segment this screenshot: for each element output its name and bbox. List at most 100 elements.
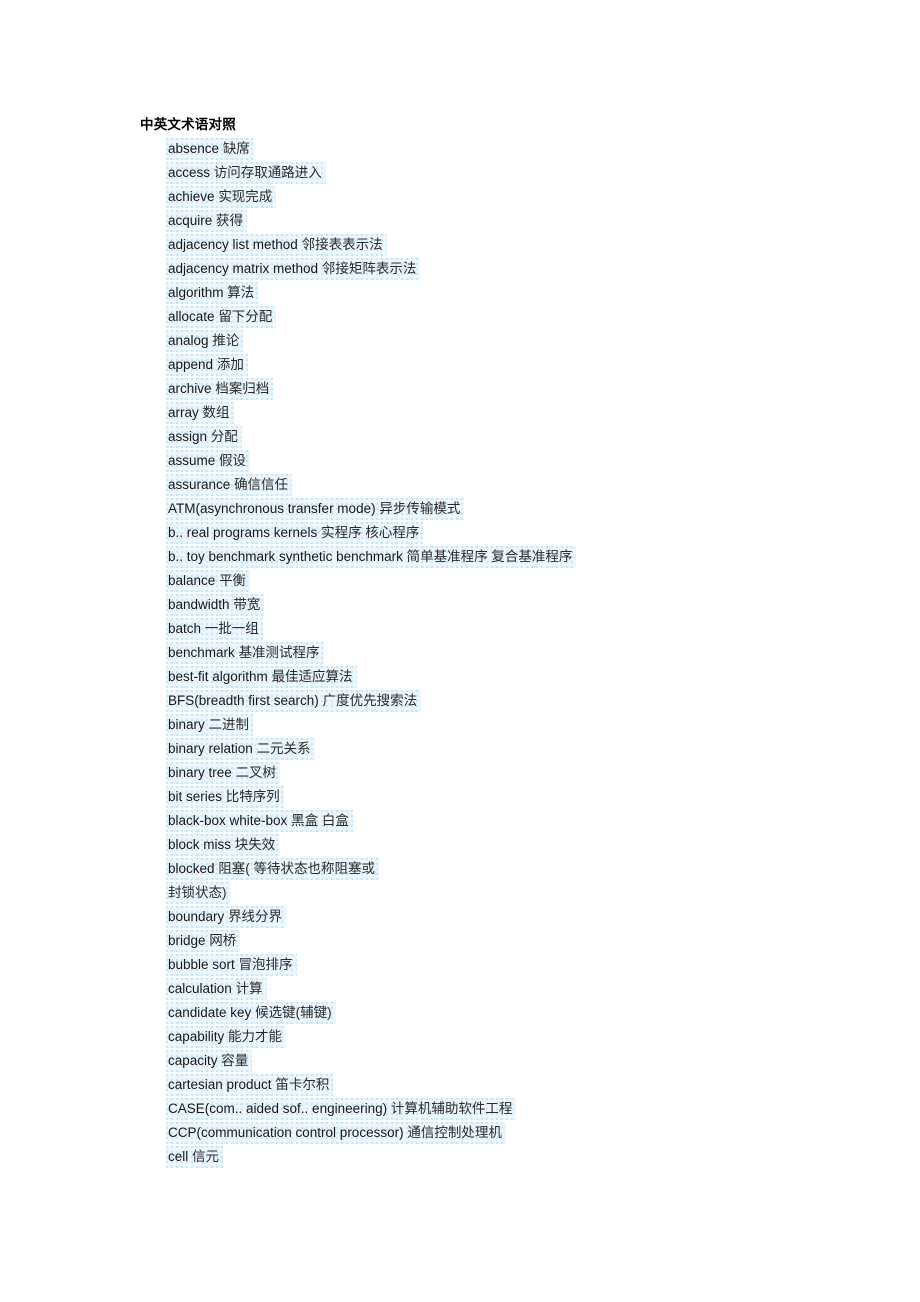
glossary-entry: b.. real programs kernels 实程序 核心程序	[140, 521, 840, 545]
glossary-term-zh: 推论	[212, 333, 240, 348]
glossary-entry: blocked 阻塞( 等待状态也称阻塞或	[140, 857, 840, 881]
glossary-term-en: bubble sort	[168, 957, 235, 972]
glossary-entry-highlight: benchmark 基准测试程序	[166, 642, 324, 664]
glossary-term-en: append	[168, 357, 214, 372]
document-body: 中英文术语对照 absence 缺席 access 访问存取通路进入 achieve…	[140, 113, 840, 1169]
glossary-entry-highlight: bubble sort 冒泡排序	[166, 954, 297, 976]
glossary-term-en: cartesian product	[168, 1077, 272, 1092]
glossary-term-en: array	[168, 405, 199, 420]
glossary-entry-highlight: calculation 计算	[166, 978, 267, 1000]
glossary-term-zh: 实程序 核心程序	[321, 525, 420, 540]
glossary-term-en: b.. toy benchmark synthetic benchmark	[168, 549, 403, 564]
glossary-entry-highlight: append 添加	[166, 354, 248, 376]
glossary-entry: access 访问存取通路进入	[140, 161, 840, 185]
glossary-entry: capacity 容量	[140, 1049, 840, 1073]
glossary-entry: absence 缺席	[140, 137, 840, 161]
glossary-term-zh: 网桥	[209, 933, 237, 948]
glossary-entry-highlight: access 访问存取通路进入	[166, 162, 326, 184]
glossary-term-en: batch	[168, 621, 202, 636]
glossary-term-en: adjacency list method	[168, 237, 298, 252]
glossary-term-en: b.. real programs kernels	[168, 525, 318, 540]
glossary-term-en: CASE(com.. aided sof.. engineering)	[168, 1101, 388, 1116]
glossary-term-en: BFS(breadth first search)	[168, 693, 319, 708]
glossary-term-zh: 留下分配	[218, 309, 273, 324]
glossary-term-zh-continued: 封锁状态)	[168, 885, 227, 900]
glossary-entry: balance 平衡	[140, 569, 840, 593]
glossary-term-zh: 界线分界	[228, 909, 283, 924]
glossary-entry: binary 二进制	[140, 713, 840, 737]
glossary-entry-highlight: CCP(communication control processor) 通信控…	[166, 1122, 506, 1144]
glossary-term-zh: 能力才能	[228, 1029, 283, 1044]
glossary-term-zh: 二进制	[208, 717, 250, 732]
glossary-term-en: assurance	[168, 477, 231, 492]
glossary-term-en: absence	[168, 141, 220, 156]
glossary-term-en: allocate	[168, 309, 215, 324]
glossary-term-zh: 添加	[216, 357, 244, 372]
glossary-entry-highlight: archive 档案归档	[166, 378, 273, 400]
glossary-entry: algorithm 算法	[140, 281, 840, 305]
glossary-entry-highlight: assign 分配	[166, 426, 242, 448]
glossary-term-en: binary relation	[168, 741, 253, 756]
glossary-entry: adjacency list method 邻接表表示法	[140, 233, 840, 257]
glossary-entry-highlight: cartesian product 笛卡尔积	[166, 1074, 333, 1096]
glossary-entry-highlight: cell 信元	[166, 1146, 223, 1168]
glossary-term-zh: 容量	[221, 1053, 249, 1068]
glossary-entry-highlight: absence 缺席	[166, 138, 254, 160]
glossary-term-zh: 二元关系	[256, 741, 311, 756]
glossary-entry: bridge 网桥	[140, 929, 840, 953]
glossary-term-en: benchmark	[168, 645, 235, 660]
glossary-entry-highlight: binary relation 二元关系	[166, 738, 315, 760]
glossary-term-en: assume	[168, 453, 216, 468]
glossary-term-zh: 档案归档	[215, 381, 270, 396]
glossary-term-zh: 分配	[210, 429, 238, 444]
glossary-entry-highlight: analog 推论	[166, 330, 243, 352]
glossary-term-zh: 笛卡尔积	[275, 1077, 330, 1092]
glossary-entry: append 添加	[140, 353, 840, 377]
glossary-term-zh: 二叉树	[235, 765, 277, 780]
glossary-term-en: acquire	[168, 213, 213, 228]
glossary-term-en: calculation	[168, 981, 232, 996]
glossary-term-zh: 基准测试程序	[238, 645, 320, 660]
glossary-entry-highlight: array 数组	[166, 402, 234, 424]
glossary-entry-highlight: block miss 块失效	[166, 834, 279, 856]
glossary-entry-highlight: bit series 比特序列	[166, 786, 284, 808]
glossary-term-zh: 阻塞( 等待状态也称阻塞或	[218, 861, 376, 876]
glossary-term-zh: 最佳适应算法	[271, 669, 353, 684]
glossary-term-en: adjacency matrix method	[168, 261, 319, 276]
glossary-entry: allocate 留下分配	[140, 305, 840, 329]
glossary-entry: candidate key 候选键(辅键)	[140, 1001, 840, 1025]
glossary-term-zh: 数组	[202, 405, 230, 420]
glossary-term-zh: 一批一组	[204, 621, 259, 636]
glossary-entry-highlight: allocate 留下分配	[166, 306, 276, 328]
glossary-entry-continuation: 封锁状态)	[140, 881, 840, 905]
glossary-entry-highlight: blocked 阻塞( 等待状态也称阻塞或	[166, 858, 379, 880]
glossary-term-en: balance	[168, 573, 216, 588]
glossary-entry: b.. toy benchmark synthetic benchmark 简单…	[140, 545, 840, 569]
glossary-term-zh: 访问存取通路进入	[213, 165, 322, 180]
glossary-term-zh: 邻接矩阵表示法	[321, 261, 417, 276]
glossary-entry-highlight: best-fit algorithm 最佳适应算法	[166, 666, 357, 688]
glossary-term-en: access	[168, 165, 211, 180]
glossary-entry-highlight: BFS(breadth first search) 广度优先搜索法	[166, 690, 421, 712]
glossary-term-en: best-fit algorithm	[168, 669, 268, 684]
glossary-entry: assume 假设	[140, 449, 840, 473]
glossary-term-en: capacity	[168, 1053, 218, 1068]
glossary-entry: assurance 确信信任	[140, 473, 840, 497]
glossary-term-zh: 假设	[219, 453, 247, 468]
glossary-entry: assign 分配	[140, 425, 840, 449]
glossary-entry-highlight: achieve 实现完成	[166, 186, 276, 208]
glossary-term-en: algorithm	[168, 285, 224, 300]
glossary-term-zh: 邻接表表示法	[301, 237, 383, 252]
glossary-entry: calculation 计算	[140, 977, 840, 1001]
document-page: 中英文术语对照 absence 缺席 access 访问存取通路进入 achieve…	[0, 0, 920, 1302]
glossary-entry: adjacency matrix method 邻接矩阵表示法	[140, 257, 840, 281]
glossary-entry: bubble sort 冒泡排序	[140, 953, 840, 977]
glossary-term-en: bandwidth	[168, 597, 230, 612]
glossary-entry: boundary 界线分界	[140, 905, 840, 929]
glossary-term-zh: 异步传输模式	[379, 501, 461, 516]
glossary-entry: CASE(com.. aided sof.. engineering) 计算机辅…	[140, 1097, 840, 1121]
glossary-entry-highlight: adjacency matrix method 邻接矩阵表示法	[166, 258, 420, 280]
glossary-term-en: block miss	[168, 837, 232, 852]
glossary-entry: array 数组	[140, 401, 840, 425]
glossary-entry: bandwidth 带宽	[140, 593, 840, 617]
